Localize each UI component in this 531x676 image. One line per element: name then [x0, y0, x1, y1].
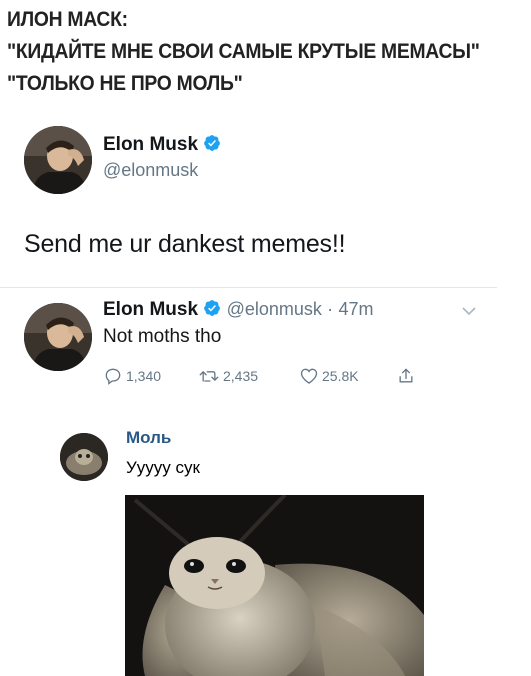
share-button[interactable] [396, 366, 416, 386]
like-button[interactable]: 25.8K [299, 366, 359, 386]
like-icon [300, 368, 318, 384]
chevron-down-icon[interactable] [461, 306, 477, 316]
caption-line-2: "КИДАЙТЕ МНЕ СВОИ САМЫЕ КРУТЫЕ МЕМАСЫ" [7, 40, 480, 63]
tweet1-text: Send me ur dankest memes!! [24, 230, 346, 258]
tweet1-handle[interactable]: @elonmusk [103, 160, 198, 181]
tweet2-separator: · [327, 299, 334, 319]
retweet-count: 2,435 [223, 368, 259, 384]
retweet-icon [199, 371, 219, 382]
verified-badge-icon [204, 300, 221, 316]
verified-badge-icon [204, 135, 221, 151]
caption-line-1: ИЛОН МАСК: [7, 8, 128, 31]
tweet2-author-name[interactable]: Elon Musk [103, 299, 198, 320]
tweet-divider [0, 287, 497, 288]
tweet2-time[interactable]: 47m [338, 299, 373, 319]
elon-avatar[interactable] [24, 126, 92, 194]
tweet1-author-name[interactable]: Elon Musk [103, 134, 198, 155]
moth-avatar[interactable] [60, 433, 108, 481]
comment-text: Ууууу сук [126, 458, 200, 477]
tweet2-handle[interactable]: @elonmusk [227, 299, 322, 319]
reply-button[interactable]: 1,340 [103, 366, 161, 386]
meme-caption: ИЛОН МАСК: "КИДАЙТЕ МНЕ СВОИ САМЫЕ КРУТЫ… [7, 4, 485, 100]
like-count: 25.8K [322, 368, 359, 384]
elon-avatar-reply[interactable] [24, 303, 92, 371]
reply-icon [105, 368, 121, 385]
tweet2-header: Elon Musk @elonmusk · 47m [103, 299, 373, 321]
tweet1-author[interactable]: Elon Musk [103, 134, 221, 156]
caption-line-3: "ТОЛЬКО НЕ ПРО МОЛЬ" [7, 72, 243, 95]
moth-photo[interactable] [125, 495, 424, 676]
share-icon [399, 368, 413, 383]
comment-author[interactable]: Моль [126, 428, 171, 448]
tweet2-text: Not moths tho [103, 326, 222, 347]
retweet-button[interactable]: 2,435 [198, 366, 258, 386]
reply-count: 1,340 [126, 368, 162, 384]
